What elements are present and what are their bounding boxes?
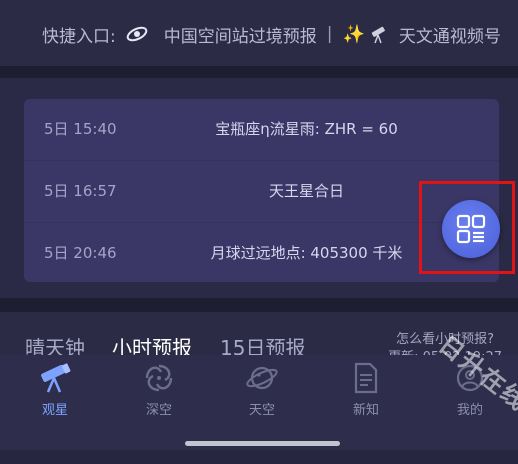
section-divider xyxy=(0,298,518,312)
galaxy-icon xyxy=(141,361,177,395)
event-name: 月球过远地点: 405300 千米 xyxy=(210,244,403,262)
nav-item-sky[interactable]: 天空 xyxy=(232,361,292,418)
nav-label: 深空 xyxy=(145,403,172,418)
event-name: 宝瓶座η流星雨: ZHR = 60 xyxy=(215,120,398,138)
nav-label: 天空 xyxy=(248,403,275,418)
quick-access-row: 快捷入口: 中国空间站过境预报 | ✨ 天文通视频号 xyxy=(42,20,501,48)
event-time: 5日 16:57 xyxy=(44,182,117,200)
nav-label: 新知 xyxy=(352,403,379,418)
satellite-icon[interactable] xyxy=(124,23,150,45)
telescope-icon xyxy=(37,361,73,395)
section-divider xyxy=(0,66,518,78)
telescope-small-icon xyxy=(369,24,389,44)
nav-item-stargazing[interactable]: 观星 xyxy=(25,361,85,418)
document-icon xyxy=(348,361,384,395)
sparkle-icon: ✨ xyxy=(342,23,365,45)
highlight-box xyxy=(419,181,515,274)
iss-transit-link[interactable]: 中国空间站过境预报 xyxy=(164,22,317,47)
quick-access-label: 快捷入口: xyxy=(42,26,116,47)
home-indicator[interactable] xyxy=(185,441,340,446)
event-time: 5日 15:40 xyxy=(44,120,117,138)
event-name: 天王星合日 xyxy=(268,182,344,200)
nav-item-knowledge[interactable]: 新知 xyxy=(336,361,396,418)
video-channel-link[interactable]: 天文通视频号 xyxy=(399,22,501,47)
separator: | xyxy=(326,24,333,44)
nav-item-deep-sky[interactable]: 深空 xyxy=(129,361,189,418)
event-row[interactable]: 5日 15:40 宝瓶座η流星雨: ZHR = 60 xyxy=(24,99,499,161)
nav-label: 观星 xyxy=(41,403,68,418)
planet-icon xyxy=(244,361,280,395)
quick-access-bar: 快捷入口: 中国空间站过境预报 | ✨ 天文通视频号 xyxy=(0,0,518,66)
event-time: 5日 20:46 xyxy=(44,244,117,262)
